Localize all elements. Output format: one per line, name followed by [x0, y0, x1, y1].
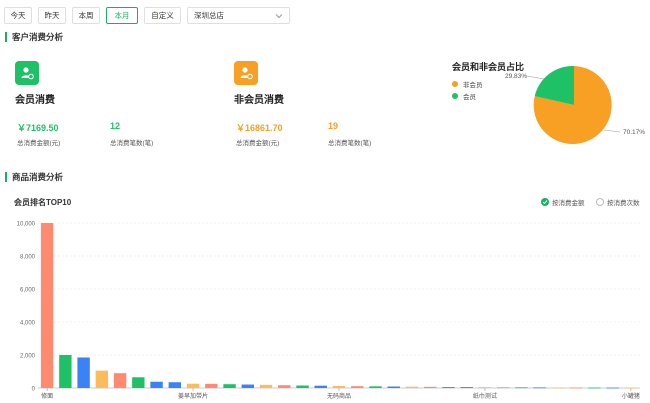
- legend-non-member: 非会员: [452, 79, 483, 89]
- member-top10-bar-chart: 0 2,000 4,000 6,000 8,000 10,000 修面 姜早加带片 无码商品 纸巾…: [17, 222, 640, 400]
- bar: [405, 386, 419, 388]
- this-week-button[interactable]: 本周: [72, 7, 100, 24]
- store-select-value: 深圳总店: [194, 11, 224, 20]
- bar: [442, 387, 455, 388]
- radio-checked-icon: [541, 198, 549, 206]
- radio-by-amount[interactable]: 按消费金额: [541, 197, 585, 207]
- bar: [496, 387, 510, 389]
- bar: [588, 387, 601, 389]
- bar: [460, 387, 473, 388]
- non-member-amount: ￥16861.70: [236, 123, 283, 133]
- pie-label-non-member: 70.17%: [623, 129, 645, 136]
- bar: [351, 386, 364, 388]
- member-count: 12: [110, 121, 121, 131]
- legend-dot-member: [452, 93, 458, 99]
- bar: [278, 385, 291, 388]
- legend-member: 会员: [452, 91, 476, 101]
- bar: [132, 377, 145, 388]
- radio-by-count-label: 按消费次数: [607, 200, 640, 207]
- member-count-label: 总消费笔数(笔): [110, 140, 154, 147]
- member-icon: [15, 61, 39, 85]
- custom-range-button[interactable]: 自定义: [144, 7, 181, 24]
- legend-dot-non-member: [452, 81, 458, 87]
- yesterday-button[interactable]: 昨天: [38, 7, 66, 24]
- y-tick-label: 10,000: [17, 222, 36, 228]
- y-tick-label: 6,000: [20, 288, 36, 294]
- radio-by-amount-label: 按消费金额: [552, 200, 585, 207]
- non-member-count: 19: [328, 121, 339, 131]
- bar: [369, 386, 382, 388]
- today-button[interactable]: 今天: [4, 7, 32, 24]
- x-tick-label: 纸巾测试: [473, 392, 497, 400]
- member-amount-label: 总消费金额(元): [17, 140, 61, 147]
- chevron-down-icon: [275, 14, 283, 19]
- bar: [332, 386, 346, 388]
- store-select[interactable]: 深圳总店: [187, 7, 290, 24]
- x-tick-label: 姜早加带片: [178, 392, 208, 400]
- non-member-count-label: 总消费笔数(笔): [328, 140, 372, 147]
- bar: [296, 385, 309, 388]
- radio-by-count[interactable]: 按消费次数: [596, 197, 640, 207]
- bar: [223, 384, 236, 388]
- bar: [40, 223, 54, 388]
- rank-chart-title: 会员排名TOP10: [14, 198, 72, 207]
- radio-unchecked-icon: [596, 198, 604, 206]
- bar: [314, 385, 327, 388]
- x-tick-label: 无码商品: [327, 392, 351, 400]
- x-tick-label: 修面: [41, 392, 53, 400]
- bar: [186, 383, 200, 388]
- bar: [551, 387, 565, 389]
- bar: [533, 387, 546, 389]
- customer-section-title: 客户消费分析: [5, 32, 63, 42]
- this-month-button[interactable]: 本月: [106, 7, 138, 24]
- member-consumption-title: 会员消费: [15, 95, 55, 106]
- non-member-icon: [234, 61, 258, 85]
- y-tick-label: 8,000: [20, 255, 36, 261]
- bar: [569, 387, 583, 389]
- bar: [168, 382, 182, 388]
- member-amount: ￥7169.50: [17, 123, 59, 133]
- y-tick-label: 2,000: [20, 354, 36, 360]
- y-tick-label: 4,000: [20, 321, 36, 327]
- bar: [424, 386, 437, 388]
- x-tick-label: 小罐猪: [622, 392, 640, 400]
- bar: [515, 387, 528, 389]
- date-filter-toolbar: 今天 昨天 本周 本月 自定义 深圳总店: [4, 7, 290, 24]
- bar: [77, 357, 90, 388]
- non-member-consumption-title: 非会员消费: [234, 95, 284, 106]
- bar: [478, 387, 492, 388]
- bar: [113, 373, 127, 388]
- bar: [205, 383, 218, 388]
- y-tick-label: 0: [32, 387, 36, 393]
- non-member-amount-label: 总消费金额(元): [236, 140, 280, 147]
- bar: [59, 355, 72, 388]
- product-section-title: 商品消费分析: [5, 172, 63, 182]
- member-ratio-pie-chart: 29.83% 70.17%: [505, 65, 645, 144]
- bar: [606, 387, 619, 389]
- legend-label-member: 会员: [463, 94, 476, 101]
- bar: [150, 381, 163, 388]
- pie-label-member: 29.83%: [505, 73, 527, 80]
- legend-label-non-member: 非会员: [463, 82, 483, 89]
- bar: [241, 384, 254, 388]
- bar: [95, 370, 109, 388]
- bar: [259, 384, 273, 388]
- bar: [387, 386, 400, 388]
